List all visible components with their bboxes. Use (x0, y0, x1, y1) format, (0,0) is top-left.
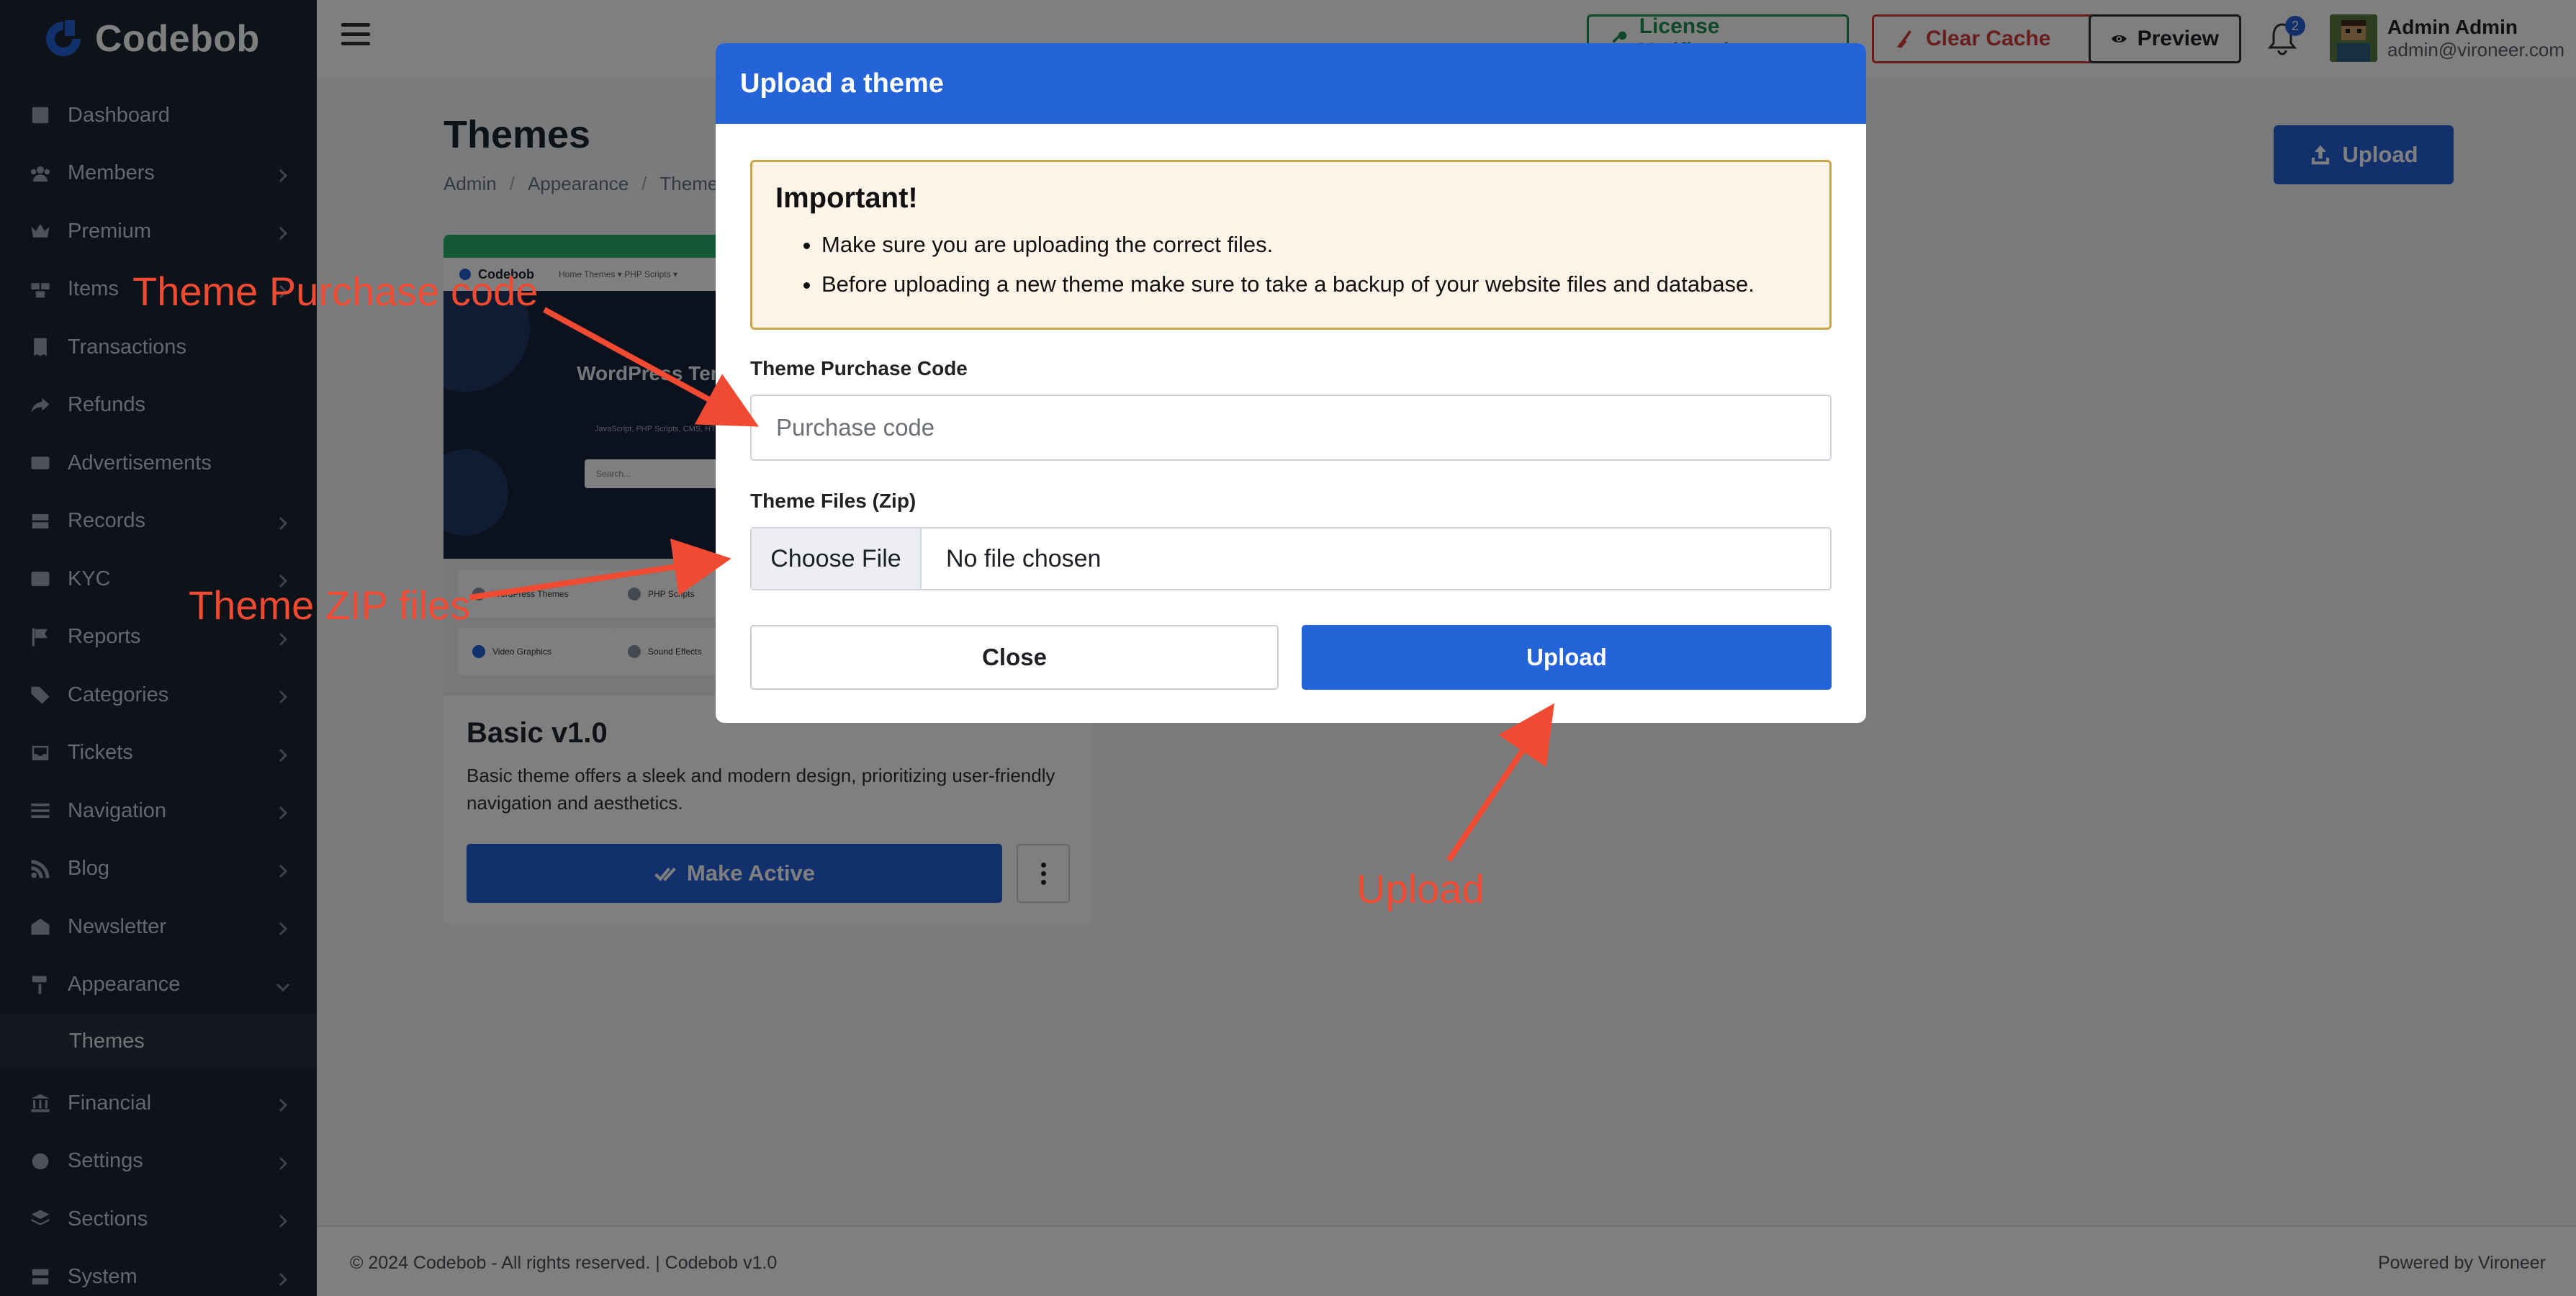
important-alert: Important! Make sure you are uploading t… (750, 160, 1832, 330)
modal-title: Upload a theme (740, 68, 944, 99)
choose-file-button[interactable]: Choose File (752, 528, 922, 589)
annotation-purchase-code: Theme Purchase code (132, 269, 539, 314)
theme-file-input[interactable]: Choose File No file chosen (750, 527, 1832, 590)
file-name-text: No file chosen (946, 544, 1102, 572)
theme-files-label: Theme Files (Zip) (750, 490, 917, 512)
alert-title: Important! (775, 182, 918, 214)
upload-submit-button[interactable]: Upload (1302, 625, 1832, 690)
upload-theme-modal: Upload a theme Important! Make sure you … (716, 43, 1866, 723)
close-button[interactable]: Close (750, 625, 1279, 690)
purchase-code-label: Theme Purchase Code (750, 357, 968, 379)
alert-item: Make sure you are uploading the correct … (821, 225, 1806, 264)
modal-header: Upload a theme (716, 43, 1866, 124)
alert-list: Make sure you are uploading the correct … (775, 225, 1806, 304)
purchase-code-input[interactable] (750, 395, 1832, 461)
annotation-zip-files: Theme ZIP files (189, 582, 471, 628)
annotation-upload: Upload (1356, 866, 1485, 912)
alert-item: Before uploading a new theme make sure t… (821, 264, 1806, 304)
